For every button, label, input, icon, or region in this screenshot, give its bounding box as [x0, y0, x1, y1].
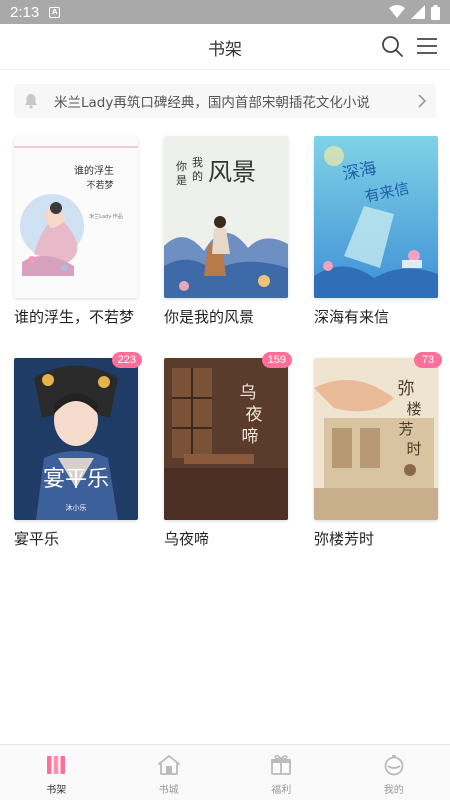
bell-icon — [25, 94, 37, 109]
book-cover[interactable]: 宴平乐 沐小乐 — [14, 358, 138, 520]
search-icon[interactable] — [380, 34, 404, 58]
bottom-tab-bar: 书架 书城 福利 我的 — [0, 744, 450, 800]
svg-text:弥: 弥 — [398, 379, 415, 399]
tab-label: 我的 — [383, 785, 404, 796]
tab-label: 书架 — [46, 785, 67, 796]
tab-label: 福利 — [271, 785, 292, 796]
svg-text:风景: 风景 — [208, 158, 256, 186]
book-title: 弥楼芳时 — [314, 530, 375, 548]
book-cover[interactable]: 深海 有来信 — [314, 136, 438, 298]
battery-icon — [431, 4, 440, 20]
signal-icon — [411, 5, 425, 19]
book-cover[interactable]: 你 是 我 的 风景 — [164, 136, 288, 298]
tab-bookshelf[interactable]: 书架 — [0, 745, 113, 800]
svg-text:夜: 夜 — [246, 405, 263, 425]
announcement-banner[interactable]: 米兰Lady再筑口碑经典，国内首部宋朝插花文化小说 — [14, 84, 436, 118]
update-badge: 73 — [414, 352, 442, 368]
svg-text:不若梦: 不若梦 — [86, 179, 113, 191]
status-bar: 2:13 A — [0, 0, 450, 24]
top-bar: 书架 — [0, 24, 450, 70]
book-title: 谁的浮生，不若梦 — [14, 308, 135, 326]
menu-icon[interactable] — [415, 34, 439, 58]
svg-text:宴平乐: 宴平乐 — [43, 467, 109, 492]
svg-text:乌: 乌 — [240, 383, 257, 403]
svg-text:沐小乐: 沐小乐 — [66, 503, 87, 512]
svg-text:是: 是 — [176, 174, 187, 187]
bookstore-icon — [157, 755, 180, 775]
svg-text:米兰Lady·作品: 米兰Lady·作品 — [89, 213, 123, 220]
svg-text:我: 我 — [192, 156, 203, 169]
tab-label: 书城 — [158, 785, 179, 796]
announcement-text: 米兰Lady再筑口碑经典，国内首部宋朝插花文化小说 — [54, 95, 370, 111]
wifi-icon — [389, 5, 405, 18]
notification-icon: A — [49, 6, 61, 18]
book-title: 你是我的风景 — [164, 308, 255, 326]
chevron-right-icon — [418, 94, 427, 108]
svg-text:楼: 楼 — [406, 400, 421, 418]
book-title: 乌夜啼 — [164, 530, 210, 548]
book-cover[interactable]: 弥 楼 芳 时 — [314, 358, 438, 520]
book-title: 宴平乐 — [14, 530, 60, 548]
bookshelf-icon — [47, 756, 66, 774]
book-title: 深海有来信 — [314, 308, 390, 326]
svg-text:的: 的 — [192, 169, 203, 183]
tab-welfare[interactable]: 福利 — [225, 745, 338, 800]
svg-text:谁的浮生: 谁的浮生 — [74, 164, 114, 177]
update-badge: 223 — [111, 352, 142, 368]
book-cover[interactable]: 谁的浮生 不若梦 米兰Lady·作品 — [14, 136, 138, 298]
svg-text:时: 时 — [406, 440, 421, 458]
status-time: 2:13 — [10, 3, 40, 21]
svg-text:你: 你 — [176, 160, 187, 173]
profile-icon — [384, 755, 404, 776]
tab-bookstore[interactable]: 书城 — [113, 745, 226, 800]
update-badge: 159 — [261, 352, 292, 368]
book-cover[interactable]: 乌 夜 啼 — [164, 358, 288, 520]
tab-mine[interactable]: 我的 — [338, 745, 450, 800]
svg-text:啼: 啼 — [242, 427, 259, 447]
svg-text:芳: 芳 — [398, 420, 413, 438]
gift-icon — [271, 755, 292, 775]
